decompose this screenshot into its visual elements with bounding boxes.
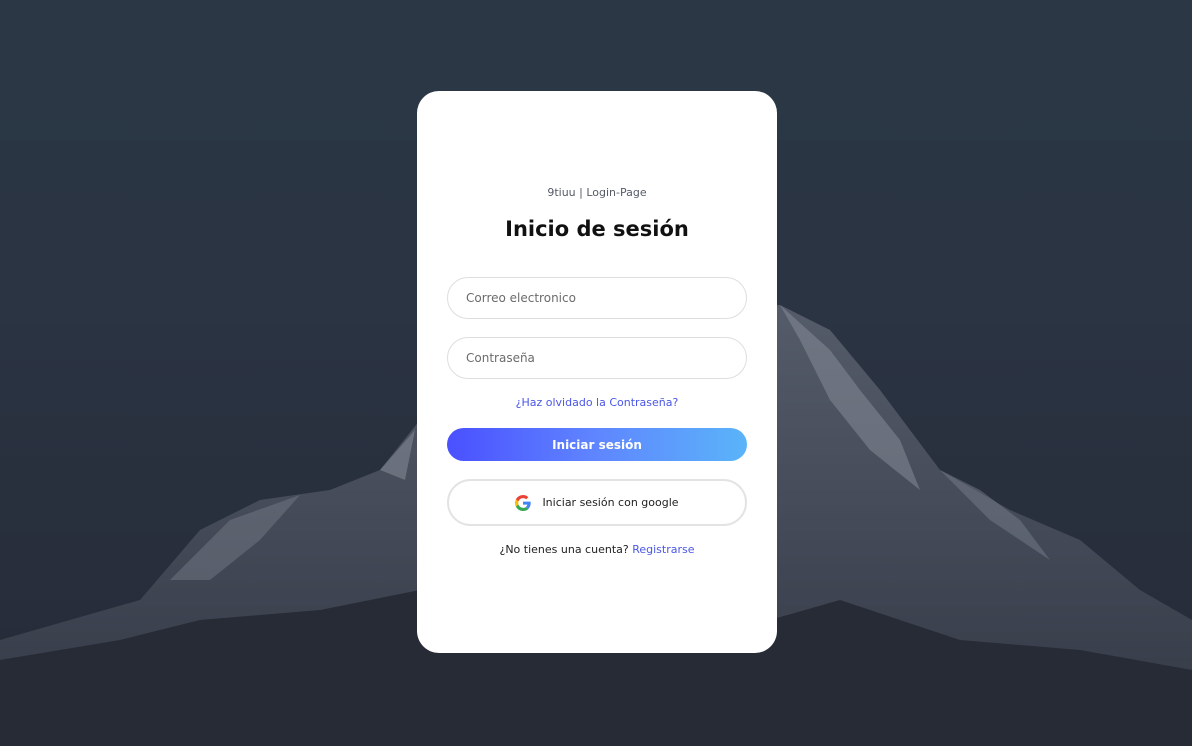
google-button-label: Iniciar sesión con google (542, 496, 679, 509)
app-subtitle: 9tiuu | Login-Page (547, 186, 647, 199)
forgot-password-link[interactable]: ¿Haz olvidado la Contraseña? (417, 396, 777, 409)
password-field[interactable] (447, 337, 747, 379)
login-card: 9tiuu | Login-Page Inicio de sesión ¿Haz… (417, 91, 777, 653)
login-button[interactable]: Iniciar sesión (447, 428, 747, 461)
signup-prompt: ¿No tienes una cuenta? (499, 543, 629, 556)
register-link[interactable]: Registrarse (632, 543, 694, 556)
google-login-button[interactable]: Iniciar sesión con google (447, 479, 747, 526)
page-title: Inicio de sesión (505, 217, 689, 241)
email-field[interactable] (447, 277, 747, 319)
signup-row: ¿No tienes una cuenta? Registrarse (417, 543, 777, 556)
google-icon (515, 494, 532, 511)
